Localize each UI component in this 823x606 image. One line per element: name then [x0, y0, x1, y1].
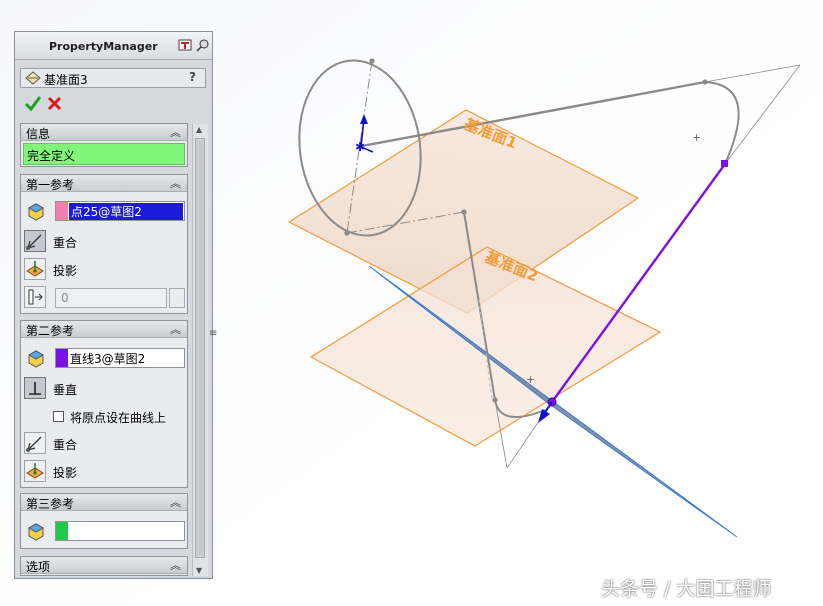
distance-spinner[interactable]	[169, 288, 185, 308]
pm-title: PropertyManager	[49, 40, 158, 53]
cancel-x-icon[interactable]	[47, 96, 62, 111]
pm-title-bar: PropertyManager	[15, 32, 212, 60]
splitter-handle-icon[interactable]: ≡	[209, 328, 217, 339]
origin-on-curve-label: 将原点设在曲线上	[70, 411, 167, 425]
pin-icon[interactable]	[178, 39, 192, 51]
scroll-thumb[interactable]	[195, 138, 205, 558]
second-reference-swatch	[56, 349, 68, 367]
feature-name: 基准面3	[44, 73, 88, 87]
coincident-button[interactable]	[24, 230, 46, 252]
plane-feature-icon	[25, 71, 41, 85]
sketch-point[interactable]	[461, 209, 467, 215]
flip-offset-icon	[28, 289, 43, 305]
collapse-chevron-icon[interactable]: ︽	[170, 494, 181, 510]
third-reference-swatch	[56, 522, 68, 540]
reference-cube-icon	[27, 350, 45, 368]
coincident-button[interactable]	[24, 432, 46, 454]
sketch-point[interactable]	[369, 58, 375, 64]
options-group: 选项 ︽	[20, 556, 188, 576]
info-group-header[interactable]: 信息 ︽	[21, 124, 187, 141]
scroll-up-icon[interactable]: ▲	[196, 125, 202, 134]
coincident-icon	[26, 436, 42, 452]
sketch-point[interactable]	[702, 79, 708, 85]
collapse-chevron-icon[interactable]: ︽	[170, 557, 181, 573]
pm-scrollbar[interactable]: ▲ ▼	[192, 124, 208, 576]
help-button[interactable]: ?	[189, 70, 196, 84]
status-message-text: 完全定义	[27, 149, 76, 163]
info-header-label: 信息	[26, 127, 51, 141]
status-message: 完全定义	[23, 143, 185, 165]
first-reference-value: 点25@草图2	[69, 203, 183, 220]
second-reference-value: 直线3@草图2	[70, 352, 146, 366]
coincident-icon	[26, 234, 42, 250]
project-label: 投影	[53, 264, 78, 278]
project-label: 投影	[53, 466, 78, 480]
second-reference-label: 第二参考	[26, 324, 75, 338]
sketch-point[interactable]	[344, 230, 350, 236]
scroll-down-icon[interactable]: ▼	[196, 566, 202, 575]
second-reference-selection[interactable]: 直线3@草图2	[55, 348, 185, 368]
first-reference-selection[interactable]: 点25@草图2	[55, 201, 185, 221]
first-reference-header[interactable]: 第一参考 ︽	[21, 175, 187, 192]
property-manager: PropertyManager 基准面3 ? 信息 ︽ 完全定义 第一参考 ︽ …	[14, 31, 217, 579]
first-reference-swatch	[56, 202, 68, 220]
distance-input[interactable]: 0	[55, 288, 167, 308]
first-reference-group: 第一参考 ︽ 点25@草图2 重合 投影 0	[20, 174, 188, 314]
info-group: 信息 ︽ 完全定义	[20, 123, 188, 167]
options-label: 选项	[26, 560, 51, 574]
perpendicular-button[interactable]	[24, 377, 46, 399]
collapse-chevron-icon[interactable]: ︽	[170, 321, 181, 337]
second-reference-header[interactable]: 第二参考 ︽	[21, 321, 187, 338]
perpendicular-label: 垂直	[53, 383, 78, 397]
feature-name-row: 基准面3 ?	[20, 68, 206, 88]
project-button[interactable]	[24, 258, 46, 280]
collapse-chevron-icon[interactable]: ︽	[170, 175, 181, 191]
coincident-label: 重合	[53, 438, 78, 452]
options-header[interactable]: 选项 ︽	[21, 557, 187, 574]
origin-on-curve-checkbox[interactable]	[53, 411, 64, 422]
project-button[interactable]	[24, 460, 46, 482]
flip-distance-button[interactable]	[24, 286, 46, 308]
third-reference-header[interactable]: 第三参考 ︽	[21, 494, 187, 511]
coincident-label: 重合	[53, 236, 78, 250]
third-reference-label: 第三参考	[26, 497, 75, 511]
project-icon	[26, 261, 44, 277]
second-reference-group: 第二参考 ︽ 直线3@草图2 垂直 将原点设在曲线上 重合 投影	[20, 320, 188, 488]
reference-cube-icon	[27, 203, 45, 221]
perpendicular-icon	[29, 382, 41, 395]
watermark: 头条号 / 大国工程师	[601, 578, 772, 600]
project-icon	[26, 463, 44, 479]
third-reference-group: 第三参考 ︽	[20, 493, 188, 549]
collapse-chevron-icon[interactable]: ︽	[170, 124, 181, 140]
distance-value: 0	[61, 291, 69, 305]
line-endpoint-top[interactable]	[721, 160, 728, 167]
ok-checkmark-icon[interactable]	[25, 95, 41, 111]
reference-cube-icon	[27, 523, 45, 541]
third-reference-selection[interactable]	[55, 521, 185, 541]
first-reference-label: 第一参考	[26, 178, 75, 192]
sketch-point[interactable]	[492, 397, 498, 403]
center-mark-2: +	[526, 373, 535, 386]
center-mark-1: +	[692, 131, 701, 144]
origin-marker: ✱	[355, 140, 365, 154]
pushpin-icon[interactable]	[196, 38, 210, 52]
